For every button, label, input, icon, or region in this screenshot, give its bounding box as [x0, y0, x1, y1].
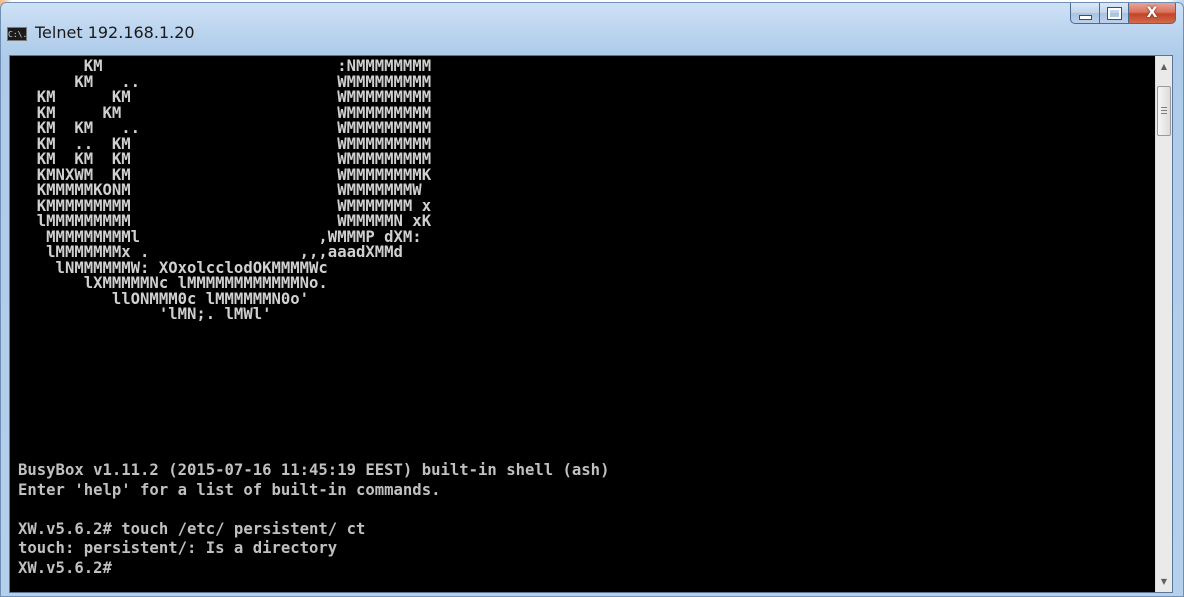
scroll-up-arrow-icon[interactable]: ▲	[1156, 58, 1172, 75]
shell-output-line: touch: persistent/: Is a directory	[18, 539, 338, 557]
thumb-grip-line	[1161, 107, 1167, 108]
telnet-window: C:\. Telnet 192.168.1.20 X KM :NMMMMMMMM	[0, 2, 1184, 597]
shell-output-line: Enter 'help' for a list of built-in comm…	[18, 480, 441, 499]
close-icon: X	[1146, 5, 1158, 21]
caption-buttons: X	[1070, 3, 1176, 25]
ascii-art-line: lXMMMMMNc lMMMMMMMMMMMMNo.	[18, 274, 328, 292]
ascii-art-line: KM KM .. WMMMMMMMMM	[18, 119, 432, 137]
window-title: Telnet 192.168.1.20	[35, 23, 195, 42]
maximize-icon	[1106, 6, 1122, 20]
screenshot: C:\. Telnet 192.168.1.20 X KM :NMMMMMMMM	[0, 0, 1184, 597]
ascii-art-line: KM KM WMMMMMMMMM	[18, 88, 432, 106]
terminal-screen[interactable]: KM :NMMMMMMMM KM .. WMMMMMMMMM KM KM WMM…	[10, 56, 1155, 592]
thumb-grip-line	[1161, 113, 1167, 114]
ascii-art-line: KM :NMMMMMMMM	[18, 57, 432, 75]
maximize-button[interactable]	[1099, 3, 1128, 24]
ascii-art-line: lMMMMMMMMM WMMMMMN xK	[18, 212, 432, 230]
close-button[interactable]: X	[1128, 3, 1176, 24]
title-bar[interactable]: C:\. Telnet 192.168.1.20 X	[1, 3, 1183, 55]
ascii-art-line: 'lMN;. lMWl'	[18, 305, 272, 323]
ascii-art-line: lMMMMMMMx . ,,,aaadXMMd	[18, 243, 403, 261]
ascii-art-line: KM KM KM WMMMMMMMMM	[18, 150, 432, 168]
shell-output-line: XW.v5.6.2#	[18, 558, 112, 577]
shell-output-line: BusyBox v1.11.2 (2015-07-16 11:45:19 EES…	[18, 461, 610, 479]
ascii-art-line: KMMMMMKONM WMMMMMMMW	[18, 181, 422, 199]
minimize-button[interactable]	[1070, 3, 1099, 24]
thumb-grip-line	[1161, 110, 1167, 111]
console-icon[interactable]: C:\.	[7, 27, 27, 41]
shell-output-line: XW.v5.6.2# touch /etc/ persistent/ ct	[18, 519, 366, 538]
scroll-thumb[interactable]	[1157, 86, 1171, 136]
scroll-down-arrow-icon[interactable]: ▼	[1156, 573, 1172, 590]
console-area[interactable]: KM :NMMMMMMMM KM .. WMMMMMMMMM KM KM WMM…	[9, 55, 1173, 593]
vertical-scrollbar[interactable]: ▲ ▼	[1155, 56, 1172, 592]
minimize-icon	[1078, 14, 1092, 20]
